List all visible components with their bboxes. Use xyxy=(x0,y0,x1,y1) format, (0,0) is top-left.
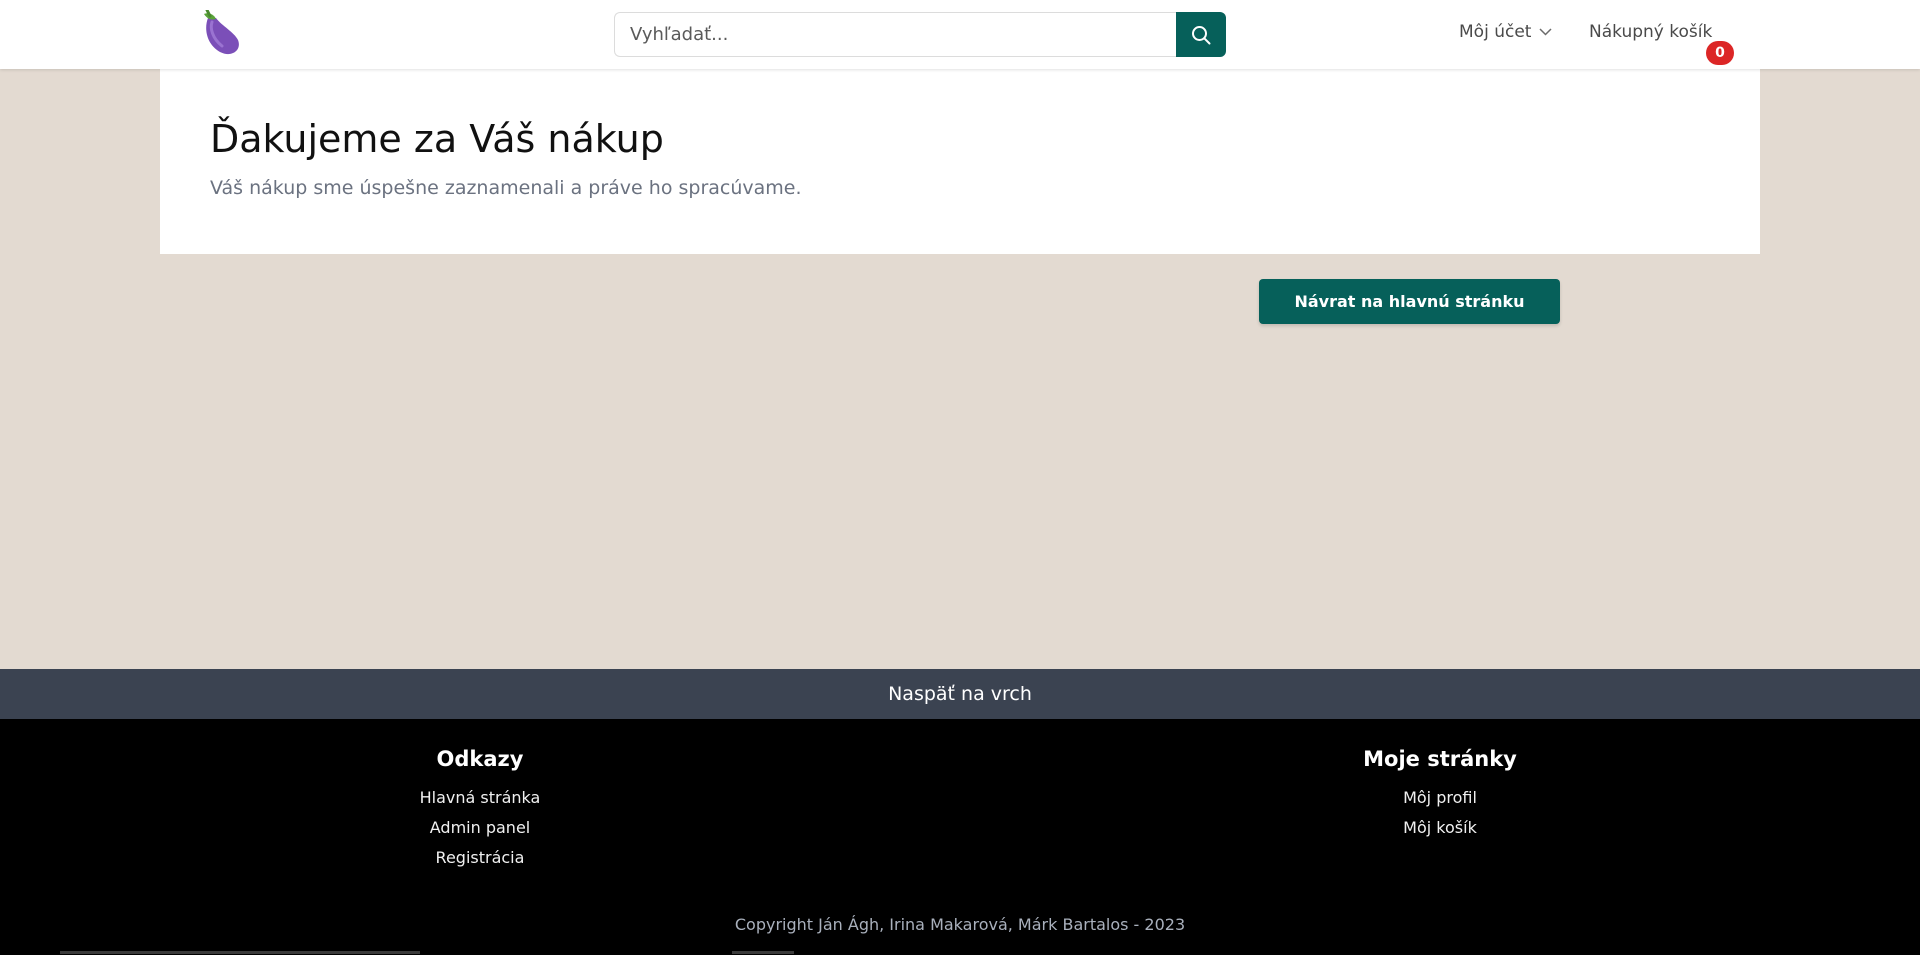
footer-link-cart[interactable]: Môj košík xyxy=(1240,813,1640,843)
cart-count-badge: 0 xyxy=(1706,41,1734,65)
footer-links-heading: Odkazy xyxy=(436,747,524,771)
footer-links-column: Odkazy Hlavná stránka Admin panel Regist… xyxy=(280,747,680,873)
footer-link-registration[interactable]: Registrácia xyxy=(280,843,680,873)
footer-link-home[interactable]: Hlavná stránka xyxy=(280,783,680,813)
footer-link-profile[interactable]: Môj profil xyxy=(1240,783,1640,813)
scroll-indicator-right xyxy=(732,951,794,954)
search-button[interactable] xyxy=(1176,12,1226,57)
cart-link[interactable]: Nákupný košík xyxy=(1589,22,1712,42)
footer: Odkazy Hlavná stránka Admin panel Regist… xyxy=(0,719,1920,955)
return-home-button[interactable]: Návrat na hlavnú stránku xyxy=(1259,279,1560,324)
search-input[interactable] xyxy=(614,12,1176,57)
footer-link-admin[interactable]: Admin panel xyxy=(280,813,680,843)
back-to-top-button[interactable]: Naspäť na vrch xyxy=(0,669,1920,719)
account-menu[interactable]: Môj účet xyxy=(1459,22,1552,42)
account-menu-label: Môj účet xyxy=(1459,22,1532,42)
order-confirmation-card: Ďakujeme za Váš nákup Váš nákup sme úspe… xyxy=(160,69,1760,254)
top-navbar: Môj účet Nákupný košík 0 xyxy=(0,0,1920,69)
chevron-down-icon xyxy=(1539,28,1552,36)
confirmation-message: Váš nákup sme úspešne zaznamenali a práv… xyxy=(210,177,802,199)
footer-my-pages-heading: Moje stránky xyxy=(1363,747,1517,771)
copyright-text: Copyright Ján Ágh, Irina Makarová, Márk … xyxy=(734,915,1186,934)
scroll-indicator-left xyxy=(60,951,420,954)
footer-my-pages-column: Moje stránky Môj profil Môj košík xyxy=(1240,747,1640,843)
cart-label: Nákupný košík xyxy=(1589,22,1713,42)
eggplant-logo-icon[interactable] xyxy=(198,8,242,56)
page-title: Ďakujeme za Váš nákup xyxy=(210,117,664,161)
search-icon xyxy=(1192,25,1211,44)
search-bar xyxy=(614,12,1226,57)
